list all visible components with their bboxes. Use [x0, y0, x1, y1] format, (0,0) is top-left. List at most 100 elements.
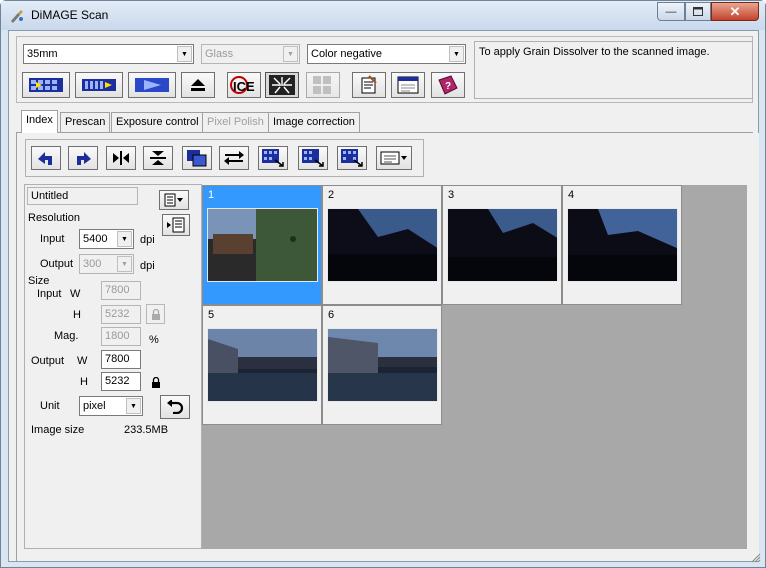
output-h-label: H — [80, 376, 88, 388]
client-area: 35mm ▼ Glass ▼ Color negative ▼ To apply… — [8, 30, 759, 562]
frame-image — [327, 208, 438, 282]
job-name-field: Untitled — [27, 187, 138, 205]
select-all-icon — [187, 150, 207, 167]
input-h-label: H — [73, 309, 81, 321]
flip-vertical-icon — [150, 151, 166, 165]
output-lock-button[interactable] — [146, 372, 165, 392]
title-bar[interactable]: DiMAGE Scan — ✕ — [1, 1, 765, 30]
hint-box: To apply Grain Dissolver to the scanned … — [474, 41, 753, 99]
grain-dissolver-icon — [269, 75, 295, 95]
unit-select[interactable]: pixel ▼ — [79, 396, 143, 416]
job-menu-button[interactable] — [159, 190, 189, 210]
index-scan-button[interactable] — [22, 72, 70, 98]
input-height-field: 5232 — [101, 305, 141, 324]
swap-icon — [224, 151, 244, 165]
dpi-unit-label: dpi — [140, 234, 155, 246]
maximize-icon — [693, 7, 703, 16]
output-dpi-select: 300 ▼ — [79, 254, 134, 274]
input-dpi-select[interactable]: 5400 ▼ — [79, 229, 134, 249]
frame-image — [567, 208, 678, 282]
grain-dissolver-button[interactable] — [265, 72, 299, 98]
index-scan-icon — [29, 78, 63, 92]
maximize-button[interactable] — [685, 2, 711, 21]
tab-image-correction[interactable]: Image correction — [268, 112, 360, 132]
frame-number: 3 — [448, 189, 455, 201]
ice-icon: ICE — [230, 76, 255, 94]
input-res-label: Input — [40, 233, 65, 245]
input-w-label: W — [70, 288, 81, 300]
view-options-button[interactable] — [376, 146, 412, 170]
frame-thumbnail[interactable]: 1 — [202, 185, 322, 305]
chevron-down-icon: ▼ — [283, 46, 298, 62]
swap-button[interactable] — [219, 146, 249, 170]
hint-text: To apply Grain Dissolver to the scanned … — [479, 46, 710, 58]
load-job-button[interactable] — [162, 214, 190, 236]
input-height-value: 5232 — [105, 308, 130, 320]
rotate-right-icon — [77, 152, 91, 165]
tab-label: Exposure control — [116, 116, 199, 128]
batch-scan-3-icon — [341, 149, 363, 167]
eject-icon — [191, 79, 205, 91]
frame-number: 4 — [568, 189, 575, 201]
batch-scan-2-button[interactable] — [298, 146, 328, 170]
flip-horizontal-button[interactable] — [106, 146, 136, 170]
batch-scan-button[interactable] — [258, 146, 288, 170]
lock-icon — [151, 308, 160, 320]
tab-exposure-control[interactable]: Exposure control — [111, 112, 204, 132]
batch-scan-2-icon — [302, 149, 324, 167]
frame-thumbnail[interactable]: 4 — [562, 185, 682, 305]
chevron-down-icon: ▼ — [117, 231, 132, 247]
preferences-button[interactable] — [352, 72, 386, 98]
frame-image — [447, 208, 558, 282]
image-size-label: Image size — [31, 424, 85, 436]
output-res-label: Output — [40, 258, 74, 270]
load-document-icon — [167, 217, 185, 233]
frame-thumbnail[interactable]: 2 — [322, 185, 442, 305]
magnification-value: 1800 — [105, 330, 130, 342]
tab-prescan[interactable]: Prescan — [60, 112, 111, 132]
size-output-label: Output — [31, 355, 65, 367]
flip-horizontal-icon — [113, 151, 129, 165]
frame-number: 5 — [208, 309, 215, 321]
close-button[interactable]: ✕ — [711, 2, 759, 21]
mag-label: Mag. — [54, 330, 79, 342]
frame-thumbnail[interactable]: 6 — [322, 305, 442, 425]
output-width-field[interactable]: 7800 — [101, 350, 141, 369]
batch-scan-3-button[interactable] — [337, 146, 367, 170]
percent-label: % — [149, 334, 159, 346]
scan-icon — [135, 78, 169, 92]
image-size-value: 233.5MB — [124, 424, 169, 436]
film-type-select[interactable]: Color negative ▼ — [307, 44, 466, 64]
flip-vertical-button[interactable] — [143, 146, 173, 170]
frame-thumbnail[interactable]: 3 — [442, 185, 562, 305]
rotate-left-button[interactable] — [31, 146, 61, 170]
tab-index[interactable]: Index — [21, 110, 58, 133]
frame-image — [207, 328, 318, 402]
scan-button[interactable] — [128, 72, 176, 98]
prescan-button[interactable] — [75, 72, 123, 98]
rotate-right-button[interactable] — [68, 146, 98, 170]
film-format-select[interactable]: 35mm ▼ — [23, 44, 194, 64]
minimize-button[interactable]: — — [657, 2, 685, 21]
eject-button[interactable] — [181, 72, 215, 98]
ice-button[interactable]: ICE — [227, 72, 261, 98]
help-button[interactable]: ? — [431, 72, 465, 98]
pixel-polish-icon — [313, 76, 331, 94]
input-width-value: 7800 — [105, 284, 130, 296]
reset-button[interactable] — [160, 395, 190, 419]
output-w-label: W — [77, 355, 88, 367]
select-all-button[interactable] — [182, 146, 212, 170]
batch-scan-icon — [262, 149, 284, 167]
output-height-field[interactable]: 5232 — [101, 372, 141, 391]
document-menu-icon — [164, 193, 183, 207]
frame-number: 2 — [328, 189, 335, 201]
job-button[interactable] — [391, 72, 425, 98]
input-width-field: 7800 — [101, 281, 141, 300]
resize-grip-icon[interactable] — [751, 553, 761, 563]
app-icon — [11, 10, 23, 23]
magnification-field: 1800 — [101, 327, 141, 346]
output-width-value: 7800 — [105, 353, 130, 365]
window-title: DiMAGE Scan — [31, 8, 109, 22]
frame-thumbnail[interactable]: 5 — [202, 305, 322, 425]
resolution-label: Resolution — [28, 212, 80, 224]
